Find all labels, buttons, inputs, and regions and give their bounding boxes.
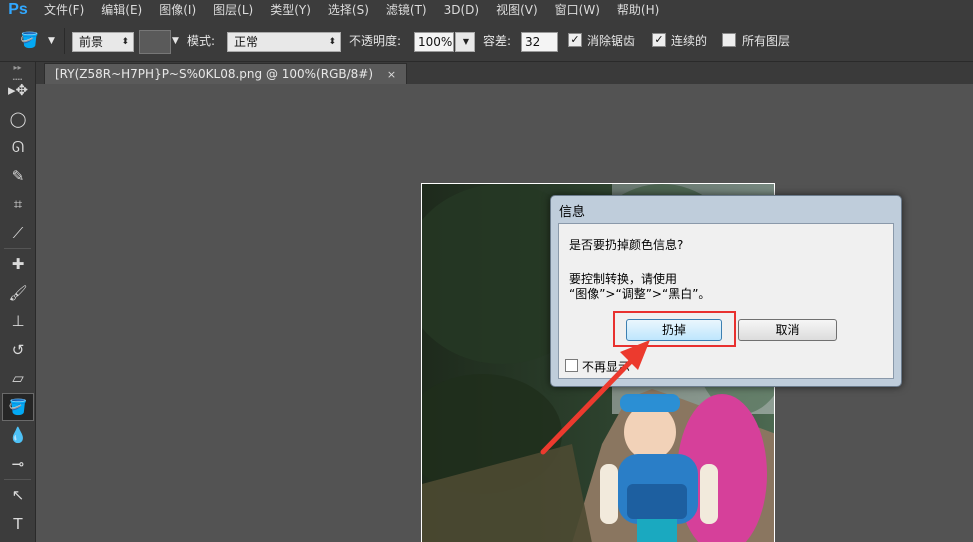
menu-filter[interactable]: 滤镜(T): [378, 0, 436, 20]
divider: [64, 28, 65, 54]
menu-type[interactable]: 类型(Y): [262, 0, 320, 20]
menu-view[interactable]: 视图(V): [488, 0, 547, 20]
red-highlight-box: [613, 311, 736, 347]
lasso-icon[interactable]: ᘏ: [0, 133, 36, 162]
menu-layer[interactable]: 图层(L): [205, 0, 262, 20]
dialog-title: 信息: [559, 205, 586, 220]
brush-icon[interactable]: 🖌: [0, 279, 36, 308]
all-layers-label: 所有图层: [742, 34, 791, 48]
fill-source-select[interactable]: 前景 ⬍: [72, 32, 134, 52]
clone-stamp-icon[interactable]: ⊥: [0, 307, 36, 336]
tolerance-input[interactable]: 32: [521, 32, 558, 52]
close-icon[interactable]: ×: [387, 68, 396, 81]
document-tab-bar: [RY(Z58R~H7PH}P~S%0KL08.png @ 100%(RGB/8…: [36, 62, 973, 84]
dialog-question: 是否要扔掉颜色信息?: [569, 238, 684, 252]
blend-mode-value: 正常: [234, 35, 259, 49]
menu-edit[interactable]: 编辑(E): [93, 0, 151, 20]
blend-mode-select[interactable]: 正常 ⬍: [227, 32, 341, 52]
select-arrows-icon: ⬍: [328, 37, 336, 47]
quick-select-icon[interactable]: ✎: [0, 162, 36, 191]
menu-file[interactable]: 文件(F): [36, 0, 93, 20]
history-brush-icon[interactable]: ↺: [0, 336, 36, 365]
opacity-dropdown-button[interactable]: ▼: [455, 32, 475, 52]
all-layers-checkbox[interactable]: [722, 33, 736, 47]
pattern-chevron-down-icon[interactable]: ▼: [172, 31, 179, 51]
type-icon[interactable]: T: [0, 510, 36, 539]
photoshop-logo: Ps: [8, 1, 28, 18]
paint-bucket-icon[interactable]: 🪣: [20, 30, 39, 50]
contiguous-label: 连续的: [671, 34, 708, 48]
eraser-icon[interactable]: ▱: [0, 364, 36, 393]
dialog-message-line-2: “图像”>“调整”>“黑白”。: [569, 287, 711, 301]
healing-brush-icon[interactable]: ✚: [0, 250, 36, 279]
cancel-button[interactable]: 取消: [738, 319, 837, 341]
fill-source-value: 前景: [79, 35, 104, 49]
document-title: [RY(Z58R~H7PH}P~S%0KL08.png @ 100%(RGB/8…: [55, 67, 374, 81]
path-select-icon[interactable]: ↖: [0, 481, 36, 510]
pattern-swatch[interactable]: [139, 30, 171, 54]
move-icon[interactable]: ▸✥: [0, 76, 36, 105]
dialog-body: 是否要扔掉颜色信息? 要控制转换，请使用 “图像”>“调整”>“黑白”。 扔掉 …: [558, 223, 894, 379]
menu-help[interactable]: 帮助(H): [609, 0, 668, 20]
dont-show-again-label: 不再显示: [582, 360, 631, 374]
menu-window[interactable]: 窗口(W): [547, 0, 609, 20]
ellipse-marquee-icon[interactable]: ◯: [0, 105, 36, 134]
dont-show-again-checkbox[interactable]: [565, 359, 578, 372]
menu-bar: Ps 文件(F) 编辑(E) 图像(I) 图层(L) 类型(Y) 选择(S) 滤…: [0, 0, 973, 20]
tolerance-label: 容差:: [483, 34, 512, 48]
chevron-down-icon: ▼: [462, 37, 469, 46]
options-bar: 🪣 ▼ 前景 ⬍ ▼ 模式: 正常 ⬍ 不透明度: 100% ▼ 容差: 32 …: [0, 20, 973, 62]
antialias-checkbox[interactable]: ✓: [568, 33, 582, 47]
toolbox-grip-icon[interactable]: ▸▸ ┅┅: [0, 62, 35, 84]
menu-3d[interactable]: 3D(D): [436, 0, 488, 20]
document-tab[interactable]: [RY(Z58R~H7PH}P~S%0KL08.png @ 100%(RGB/8…: [44, 63, 408, 84]
select-arrows-icon: ⬍: [121, 37, 129, 47]
opacity-label: 不透明度:: [349, 34, 402, 48]
menu-select[interactable]: 选择(S): [320, 0, 378, 20]
contiguous-checkbox[interactable]: ✓: [652, 33, 666, 47]
divider: [4, 248, 31, 249]
eyedropper-icon[interactable]: ⟋: [0, 219, 36, 248]
opacity-input[interactable]: 100%: [414, 32, 454, 52]
crop-icon[interactable]: ⌗: [0, 190, 36, 219]
toolbox: ▸▸ ┅┅ ▸✥ ◯ ᘏ ✎ ⌗ ⟋ ✚ 🖌 ⊥ ↺ ▱ 🪣 💧 ⊸ ↖ T: [0, 62, 36, 542]
mode-label: 模式:: [187, 34, 216, 48]
blur-icon[interactable]: 💧: [0, 421, 36, 450]
antialias-label: 消除锯齿: [587, 34, 636, 48]
divider: [4, 479, 31, 480]
menu-image[interactable]: 图像(I): [151, 0, 205, 20]
paint-bucket-icon[interactable]: 🪣: [2, 392, 34, 421]
dodge-icon[interactable]: ⊸: [0, 450, 36, 479]
tool-preset-chevron-down-icon[interactable]: ▼: [48, 31, 55, 51]
info-dialog: 信息 是否要扔掉颜色信息? 要控制转换，请使用 “图像”>“调整”>“黑白”。 …: [550, 195, 902, 387]
